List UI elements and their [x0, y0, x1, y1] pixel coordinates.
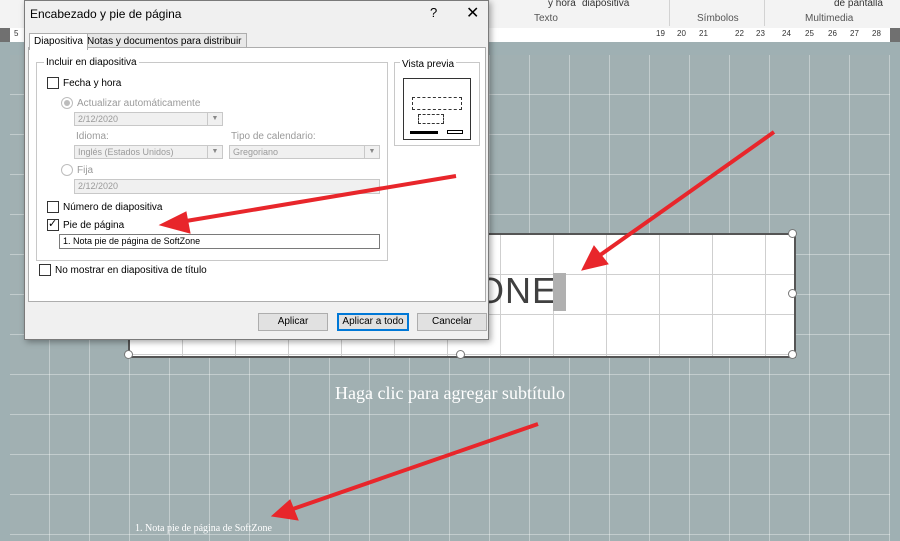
annotation-arrows [158, 130, 776, 521]
arrow-head [270, 499, 299, 521]
arrow-head [581, 245, 609, 271]
tab-diapositiva[interactable]: Diapositiva [29, 33, 88, 50]
arrow-to-footer [289, 422, 539, 512]
arrow-to-title [594, 130, 776, 260]
arrow-head [158, 211, 191, 234]
arrow-to-pie-pagina [179, 174, 457, 224]
